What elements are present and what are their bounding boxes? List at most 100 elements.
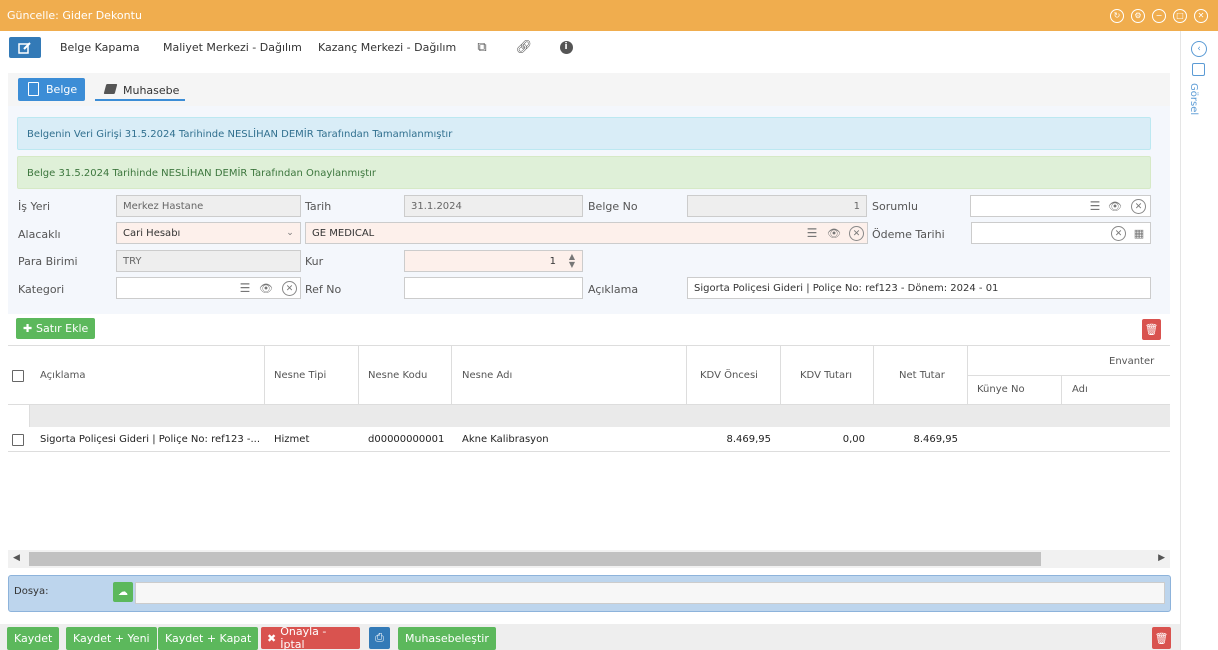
data-table: Açıklama Nesne Tipi Nesne Kodu Nesne Adı… xyxy=(8,345,1170,550)
eye-icon[interactable]: 👁︎ xyxy=(826,225,842,241)
kaydet-button[interactable]: Kaydet xyxy=(7,627,60,650)
tab-bar: Belge Muhasebe xyxy=(8,73,1170,106)
cancel-icon: ✖ xyxy=(267,631,277,645)
horizontal-scrollbar[interactable]: ◀ ▶ xyxy=(8,550,1170,568)
col-envanter: Envanter xyxy=(1109,356,1155,367)
add-row-label: Satır Ekle xyxy=(36,322,89,335)
gorsel-label[interactable]: Görsel xyxy=(1188,83,1199,115)
edit-icon xyxy=(18,41,31,54)
ref-no-label: Ref No xyxy=(305,283,342,296)
scroll-thumb[interactable] xyxy=(29,552,1041,566)
col-aciklama[interactable]: Açıklama xyxy=(40,370,86,381)
col-divider xyxy=(358,346,359,404)
kur-label: Kur xyxy=(305,255,324,268)
is-yeri-field[interactable]: Merkez Hastane xyxy=(116,195,301,217)
file-input[interactable] xyxy=(135,582,1165,604)
eye-icon[interactable]: 👁︎ xyxy=(258,280,274,296)
dosya-label: Dosya: xyxy=(14,586,49,597)
col-nesne-adi[interactable]: Nesne Adı xyxy=(462,370,512,381)
aciklama-field[interactable]: Sigorta Poliçesi Gideri | Poliçe No: ref… xyxy=(687,277,1151,299)
alacakli-type-value: Cari Hesabı xyxy=(123,228,181,239)
delete-button[interactable]: 🗑︎ xyxy=(1152,627,1171,649)
col-nesne-kodu[interactable]: Nesne Kodu xyxy=(368,370,427,381)
list-icon[interactable]: ☰ xyxy=(237,280,253,296)
col-divider xyxy=(264,346,265,404)
para-birimi-label: Para Birimi xyxy=(18,255,78,268)
print-button[interactable]: ⎙ xyxy=(369,627,390,649)
refresh-icon[interactable]: ↻ xyxy=(1110,9,1124,23)
window-title: Güncelle: Gider Dekontu xyxy=(7,9,142,22)
add-row-button[interactable]: ✚ Satır Ekle xyxy=(16,318,96,339)
clear-icon[interactable]: ✕ xyxy=(1111,226,1126,241)
onay-iptal-button[interactable]: ✖ Onayla - İptal xyxy=(261,625,360,650)
print-icon: ⎙ xyxy=(375,631,384,644)
settings-icon[interactable]: ⚙ xyxy=(1131,9,1145,23)
belge-kapama-link[interactable]: Belge Kapama xyxy=(60,41,140,54)
alacakli-field[interactable]: GE MEDICAL xyxy=(305,222,868,244)
maximize-icon[interactable]: □ xyxy=(1173,9,1187,23)
col-nesne-tipi[interactable]: Nesne Tipi xyxy=(274,370,326,381)
select-all-checkbox[interactable] xyxy=(12,370,24,382)
kaydet-yeni-button[interactable]: Kaydet + Yeni xyxy=(66,627,157,650)
stepper-icon[interactable]: ▲ ▼ xyxy=(564,253,580,269)
muhasebelestir-button[interactable]: Muhasebeleştir xyxy=(398,627,496,650)
info-icon[interactable]: i xyxy=(558,39,574,55)
list-icon[interactable]: ☰ xyxy=(804,225,820,241)
scroll-right-icon[interactable]: ▶ xyxy=(1158,553,1165,563)
cloud-upload-icon: ☁ xyxy=(118,586,128,598)
document-icon xyxy=(28,82,39,96)
alacakli-type-select[interactable]: Cari Hesabı xyxy=(116,222,301,244)
aciklama-label: Açıklama xyxy=(588,283,639,296)
belge-no-field[interactable]: 1 xyxy=(687,195,867,217)
window-controls: ↻ ⚙ − □ ✕ xyxy=(1110,9,1208,23)
clear-icon[interactable]: ✕ xyxy=(1131,199,1146,214)
odeme-tarihi-label: Ödeme Tarihi xyxy=(872,228,945,241)
edit-button[interactable] xyxy=(9,37,41,58)
table-row[interactable]: Sigorta Poliçesi Gideri | Poliçe No: ref… xyxy=(8,428,1170,452)
kazanc-merkezi-link[interactable]: Kazanç Merkezi - Dağılım xyxy=(318,41,456,54)
chevron-down-icon[interactable]: ⌄ xyxy=(282,225,298,241)
link-icon[interactable]: 🔗︎ xyxy=(516,39,533,55)
filter-row xyxy=(8,404,1170,427)
cell-kdv-oncesi: 8.469,95 xyxy=(726,434,771,445)
upload-button[interactable]: ☁ xyxy=(113,582,133,602)
delete-row-button[interactable]: 🗑︎ xyxy=(1142,319,1161,340)
file-upload-row: Dosya: ☁ xyxy=(8,575,1171,612)
app-window: Güncelle: Gider Dekontu ↻ ⚙ − □ ✕ Belge … xyxy=(0,0,1218,650)
filter-spacer xyxy=(8,405,30,427)
trash-icon: 🗑︎ xyxy=(1154,631,1169,645)
sorumlu-field[interactable] xyxy=(970,195,1151,217)
minimize-icon[interactable]: − xyxy=(1152,9,1166,23)
col-net-tutar[interactable]: Net Tutar xyxy=(899,370,945,381)
calendar-icon[interactable]: ▦ xyxy=(1131,225,1147,241)
col-adi[interactable]: Adı xyxy=(1072,384,1088,395)
clear-icon[interactable]: ✕ xyxy=(849,226,864,241)
tab-muhasebe[interactable]: Muhasebe xyxy=(95,78,185,101)
col-divider xyxy=(873,346,874,404)
close-icon[interactable]: ✕ xyxy=(1194,9,1208,23)
col-kdv-tutari[interactable]: KDV Tutarı xyxy=(800,370,852,381)
trash-icon: 🗑︎ xyxy=(1144,323,1159,336)
para-birimi-field[interactable]: TRY xyxy=(116,250,301,272)
image-icon[interactable] xyxy=(1192,63,1205,76)
footer-actions: Kaydet Kaydet + Yeni Kaydet + Kapat ✖ Ona… xyxy=(0,624,1180,650)
kur-field[interactable]: 1 xyxy=(404,250,583,272)
ref-no-field[interactable] xyxy=(404,277,583,299)
kaydet-kapat-button[interactable]: Kaydet + Kapat xyxy=(158,627,259,650)
row-checkbox[interactable] xyxy=(12,434,24,446)
eye-icon[interactable]: 👁︎ xyxy=(1107,198,1123,214)
col-divider xyxy=(1061,375,1062,404)
tab-muhasebe-label: Muhasebe xyxy=(123,84,180,97)
clear-icon[interactable]: ✕ xyxy=(282,281,297,296)
col-kdv-oncesi[interactable]: KDV Öncesi xyxy=(700,370,758,381)
copy-icon[interactable]: ⧉ xyxy=(474,39,490,55)
tarih-field[interactable]: 31.1.2024 xyxy=(404,195,583,217)
col-kunye-no[interactable]: Künye No xyxy=(977,384,1025,395)
scroll-left-icon[interactable]: ◀ xyxy=(13,553,20,563)
collapse-icon[interactable]: ‹ xyxy=(1191,41,1207,57)
tab-belge[interactable]: Belge xyxy=(18,78,85,101)
plus-icon: ✚ xyxy=(23,322,37,335)
list-icon[interactable]: ☰ xyxy=(1087,198,1103,214)
cell-aciklama: Sigorta Poliçesi Gideri | Poliçe No: ref… xyxy=(40,434,261,445)
maliyet-merkezi-link[interactable]: Maliyet Merkezi - Dağılım xyxy=(163,41,302,54)
